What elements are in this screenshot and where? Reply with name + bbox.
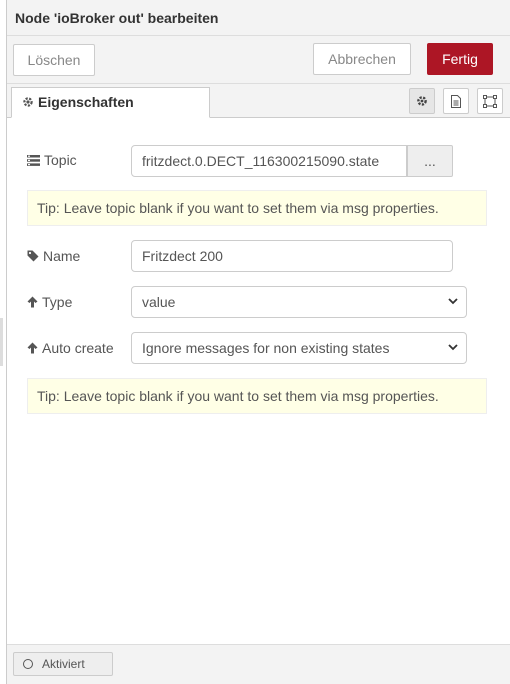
gear-icon	[417, 96, 427, 106]
topic-label-text: Topic	[44, 152, 77, 168]
circle-icon	[23, 659, 33, 669]
tab-properties[interactable]: Eigenschaften	[11, 87, 210, 118]
name-input[interactable]: Fritzdect 200	[131, 240, 453, 272]
topic-label: Topic	[27, 152, 77, 168]
tab-properties-label: Eigenschaften	[38, 94, 134, 110]
chevron-down-icon	[448, 344, 458, 351]
properties-form: Topic fritzdect.0.DECT_116300215090.stat…	[7, 118, 510, 644]
type-select-value: value	[142, 294, 176, 310]
cancel-button[interactable]: Abbrechen	[313, 43, 411, 75]
tab-description-button[interactable]	[443, 88, 469, 114]
autocreate-select-value: Ignore messages for non existing states	[142, 340, 390, 356]
tab-bar: Eigenschaften	[7, 84, 510, 118]
tray-title: Node 'ioBroker out' bearbeiten	[15, 10, 219, 26]
tray-footer: Aktiviert	[7, 644, 510, 684]
type-label: Type	[27, 294, 72, 310]
type-label-text: Type	[42, 294, 73, 310]
topic-browse-button[interactable]: ...	[407, 145, 453, 177]
tip-box-autocreate: Tip: Leave topic blank if you want to se…	[27, 378, 487, 414]
tag-icon	[27, 250, 39, 262]
edit-tray: Node 'ioBroker out' bearbeiten Löschen A…	[6, 0, 510, 684]
enabled-label: Aktiviert	[42, 657, 85, 671]
delete-button[interactable]: Löschen	[13, 44, 95, 76]
sidebar-resize-handle[interactable]	[0, 318, 3, 366]
gear-icon	[23, 97, 33, 107]
tab-appearance-button[interactable]	[477, 88, 503, 114]
autocreate-label: Auto create	[27, 340, 114, 356]
tray-toolbar: Löschen Abbrechen Fertig	[7, 36, 510, 84]
enabled-toggle[interactable]: Aktiviert	[13, 652, 113, 676]
description-icon	[451, 95, 461, 108]
autocreate-label-text: Auto create	[42, 340, 114, 356]
type-select[interactable]: value	[131, 286, 467, 318]
tab-settings-button[interactable]	[409, 88, 435, 114]
tray-header: Node 'ioBroker out' bearbeiten	[7, 0, 510, 36]
name-label: Name	[27, 248, 80, 264]
tasks-icon	[27, 155, 40, 166]
chevron-down-icon	[448, 298, 458, 305]
tip-box-topic: Tip: Leave topic blank if you want to se…	[27, 190, 487, 226]
arrow-up-icon	[27, 296, 38, 308]
done-button[interactable]: Fertig	[427, 43, 493, 75]
name-label-text: Name	[43, 248, 81, 264]
arrow-up-icon	[27, 342, 38, 354]
appearance-icon	[483, 95, 497, 108]
autocreate-select[interactable]: Ignore messages for non existing states	[131, 332, 467, 364]
topic-input[interactable]: fritzdect.0.DECT_116300215090.state	[131, 145, 407, 177]
